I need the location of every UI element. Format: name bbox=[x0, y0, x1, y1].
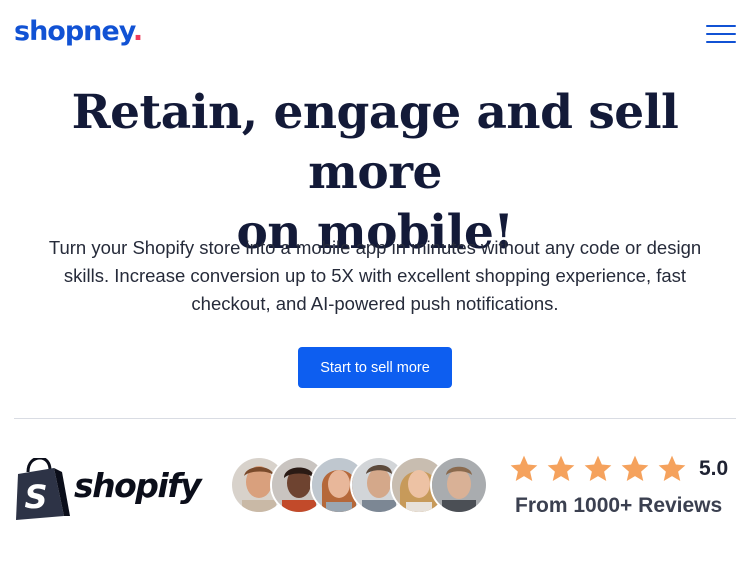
hamburger-menu-icon[interactable] bbox=[706, 25, 736, 45]
top-header: shopney. bbox=[0, 0, 750, 70]
star-icon bbox=[547, 455, 575, 481]
start-to-sell-more-button[interactable]: Start to sell more bbox=[298, 347, 452, 388]
star-icon bbox=[584, 455, 612, 481]
rating-value: 5.0 bbox=[699, 457, 729, 480]
hero-subtitle-line-1: Turn your Shopify store into a mobile ap… bbox=[48, 237, 702, 258]
shopify-bag-icon: S bbox=[16, 458, 70, 520]
section-divider bbox=[14, 418, 736, 419]
hero-subtitle: Turn your Shopify store into a mobile ap… bbox=[10, 234, 740, 318]
star-icon bbox=[658, 455, 686, 481]
logo-text: shopney bbox=[14, 16, 134, 47]
hero-subtitle-line-3: checkout, and AI-powered push notificati… bbox=[191, 293, 559, 314]
reviewer-avatar-6 bbox=[430, 456, 488, 514]
reviewer-avatars bbox=[230, 456, 490, 516]
hero-title-line-1: Retain, engage and sell more bbox=[71, 85, 679, 200]
star-icon bbox=[621, 455, 649, 481]
shopify-logo-text: shopify bbox=[74, 466, 202, 505]
logo-dot: . bbox=[132, 16, 143, 47]
star-icon bbox=[510, 455, 538, 481]
shopney-logo[interactable]: shopney. bbox=[14, 16, 143, 47]
reviews-count: From 1000+ Reviews bbox=[515, 494, 723, 517]
svg-text:S: S bbox=[24, 478, 47, 516]
hero-subtitle-line-2: skills. Increase conversion up to 5X wit… bbox=[63, 265, 687, 286]
